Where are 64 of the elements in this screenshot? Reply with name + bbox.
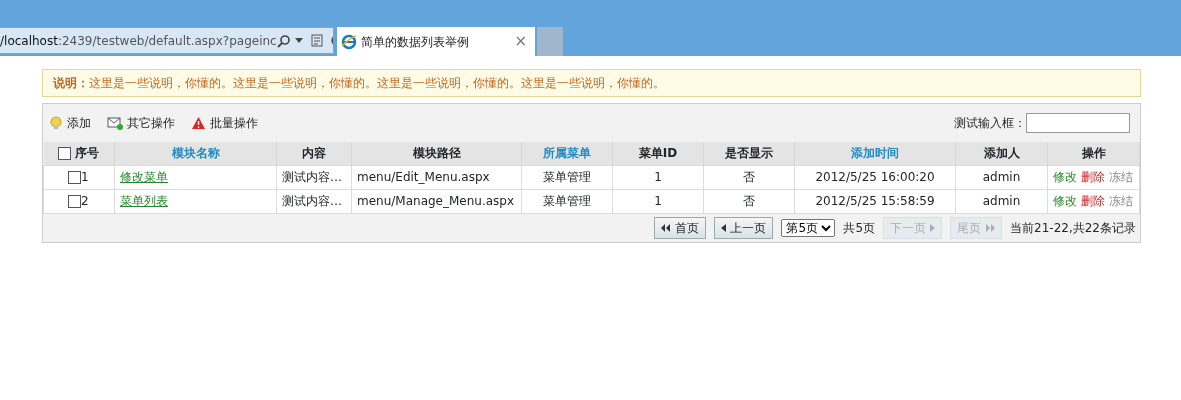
edit-link[interactable]: 修改	[1053, 168, 1077, 186]
pager-button[interactable]: 首页	[654, 216, 707, 239]
search-icon[interactable]	[276, 33, 291, 48]
tab-title: 简单的数据列表举例	[361, 33, 470, 51]
address-bar[interactable]: /localhost:2439/testweb/default.aspx?pageinc	[0, 27, 334, 54]
table-cell: 1	[654, 194, 662, 208]
module-name-link[interactable]: 菜单列表	[120, 194, 168, 208]
module-name-link[interactable]: 修改菜单	[120, 170, 168, 184]
browser-logo-icon	[341, 33, 357, 50]
envelope-plus-icon	[107, 116, 123, 130]
browser-tab[interactable]: 简单的数据列表举例 ×	[337, 27, 535, 56]
column-header: 序号	[75, 146, 100, 161]
sortable-column-header[interactable]: 添加时间	[851, 146, 899, 161]
left-arrow-icon	[721, 223, 727, 232]
toolbar-button[interactable]: 添加	[49, 114, 91, 132]
left-arrow-icon	[661, 223, 672, 232]
table-cell: admin	[982, 170, 1021, 184]
page-select[interactable]: 第5页	[781, 218, 836, 237]
table-cell: 2012/5/25 16:00:20	[815, 170, 935, 184]
column-header: 添加人	[983, 146, 1020, 161]
row-checkbox[interactable]	[68, 171, 81, 184]
delete-link[interactable]: 删除	[1081, 168, 1105, 186]
total-pages: 共5页	[843, 219, 876, 237]
table-cell: 否	[743, 194, 755, 208]
row-number: 1	[81, 170, 89, 184]
pager-button[interactable]: 上一页	[714, 216, 774, 239]
toolbar-button[interactable]: 其它操作	[107, 114, 175, 132]
table-cell: 1	[654, 170, 662, 184]
edit-link[interactable]: 修改	[1053, 192, 1077, 210]
freeze-link[interactable]: 冻结	[1109, 168, 1133, 186]
delete-link[interactable]: 删除	[1081, 192, 1105, 210]
table-cell: menu/Edit_Menu.aspx	[357, 170, 490, 184]
close-tab-button[interactable]: ×	[514, 30, 527, 53]
table-cell: 2012/5/25 15:58:59	[815, 194, 935, 208]
table-cell: 测试内容…	[282, 194, 342, 208]
column-header: 模块路径	[412, 146, 461, 161]
table-cell: 菜单管理	[543, 170, 591, 184]
toolbar-button[interactable]: 批量操作	[191, 114, 258, 132]
url-text: /localhost:2439/testweb/default.aspx?pageinc	[0, 32, 277, 50]
table-cell: menu/Manage_Menu.aspx	[357, 194, 515, 208]
notice-text: 这里是一些说明，你懂的。这里是一些说明，你懂的。这里是一些说明，你懂的。这里是一些说明，你懂的。	[89, 75, 665, 92]
column-header: 内容	[302, 146, 326, 161]
row-checkbox[interactable]	[68, 195, 81, 208]
table-cell: 菜单管理	[543, 194, 591, 208]
row-number: 2	[81, 194, 89, 208]
column-header: 操作	[1081, 146, 1106, 161]
input-field[interactable]	[1026, 113, 1130, 133]
input-label: 测试输入框：	[954, 115, 1026, 132]
caret-icon[interactable]	[294, 38, 303, 43]
notice-label: 说明：	[53, 75, 89, 92]
table-cell: 否	[743, 170, 755, 184]
freeze-link[interactable]: 冻结	[1109, 192, 1133, 210]
compat-view-icon[interactable]	[310, 34, 323, 47]
table-cell: 测试内容…	[282, 170, 342, 184]
warning-icon	[191, 116, 206, 130]
column-header: 菜单ID	[638, 146, 678, 161]
select-all-checkbox[interactable]	[58, 147, 72, 161]
column-header: 是否显示	[725, 146, 773, 161]
record-summary: 当前21-22,共22条记录	[1010, 219, 1136, 237]
right-arrow-icon	[985, 223, 996, 232]
bulb-icon	[49, 116, 63, 130]
table-cell: admin	[982, 194, 1021, 208]
right-arrow-icon	[930, 223, 936, 232]
sortable-column-header[interactable]: 模块名称	[171, 146, 220, 161]
